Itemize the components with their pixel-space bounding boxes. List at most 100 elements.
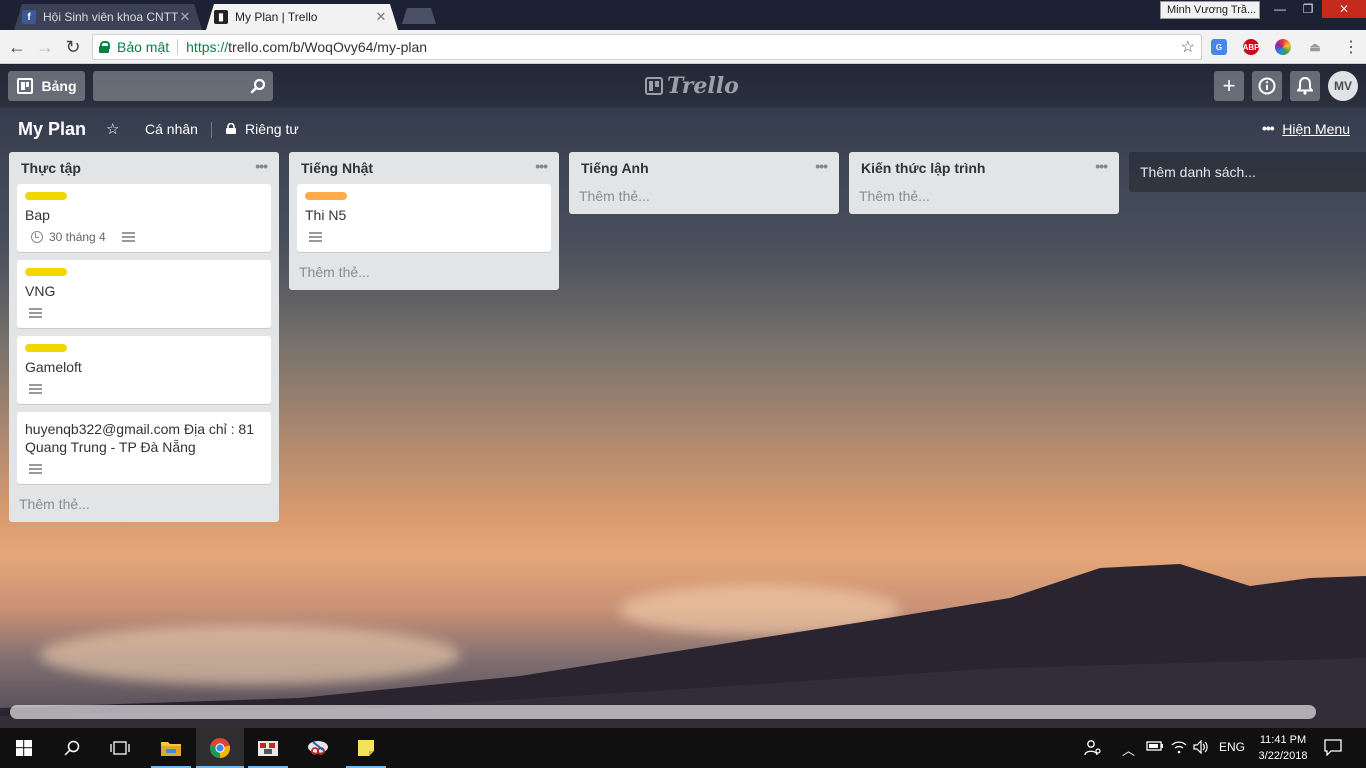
visibility-button[interactable]: Riêng tư <box>245 121 299 137</box>
list-menu-icon[interactable]: ••• <box>815 158 828 174</box>
people-icon[interactable] <box>1084 738 1102 759</box>
search-input[interactable] <box>93 71 273 101</box>
search-icon <box>64 740 80 756</box>
browser-toolbar: ← → ↻ Bảo mật https:// trello.com/b/WoqO… <box>0 30 1366 64</box>
add-card-button[interactable]: Thêm thẻ... <box>569 184 839 214</box>
address-bar[interactable]: Bảo mật https:// trello.com/b/WoqOvy64/m… <box>92 34 1202 60</box>
extension-icon[interactable]: ⏏ <box>1307 39 1323 55</box>
info-button[interactable] <box>1252 71 1282 101</box>
bookmark-star-icon[interactable]: ☆ <box>1181 37 1195 57</box>
list-header[interactable]: Kiến thức lập trình ••• <box>849 152 1119 184</box>
show-hidden-icons-icon[interactable]: ︿ <box>1122 740 1135 759</box>
clock-icon <box>31 231 43 243</box>
list-header[interactable]: Tiếng Anh ••• <box>569 152 839 184</box>
volume-icon[interactable] <box>1193 739 1209 757</box>
list-title[interactable]: Thực tập <box>21 160 81 176</box>
card[interactable]: Gameloft <box>17 336 271 404</box>
boards-button[interactable]: Bảng <box>8 71 85 101</box>
card-title: VNG <box>25 283 56 299</box>
card[interactable]: huyenqb322@gmail.com Địa chỉ : 81 Quang … <box>17 412 271 484</box>
file-explorer-button[interactable] <box>147 728 195 768</box>
board-title[interactable]: My Plan <box>18 119 86 140</box>
tab-title: My Plan | Trello <box>235 10 318 24</box>
card[interactable]: Bap 30 tháng 4 <box>17 184 271 252</box>
card[interactable]: VNG <box>17 260 271 328</box>
back-icon[interactable]: ← <box>6 36 28 58</box>
task-view-button[interactable] <box>96 728 144 768</box>
minimize-icon[interactable]: — <box>1266 0 1294 18</box>
team-button[interactable]: Cá nhân <box>145 121 198 137</box>
add-card-button[interactable]: Thêm thẻ... <box>289 260 559 290</box>
language-indicator[interactable]: ENG <box>1219 740 1245 754</box>
snipping-tool-button[interactable] <box>294 728 342 768</box>
add-icon[interactable]: + <box>1214 71 1244 101</box>
list-menu-icon[interactable]: ••• <box>1095 158 1108 174</box>
clock-time: 11:41 PM <box>1259 734 1307 746</box>
list-header[interactable]: Thực tập ••• <box>9 152 279 184</box>
avatar[interactable]: MV <box>1328 71 1358 101</box>
star-icon[interactable]: ☆ <box>106 120 119 138</box>
browser-tab-trello[interactable]: ▮ My Plan | Trello ✕ <box>206 4 398 30</box>
list-header[interactable]: Tiếng Nhật ••• <box>289 152 559 184</box>
lock-icon[interactable] <box>99 41 110 53</box>
browser-tab-facebook[interactable]: f Hội Sinh viên khoa CNTT ✕ <box>14 4 202 30</box>
app-taskbar-button[interactable] <box>244 728 292 768</box>
divider <box>211 122 212 138</box>
add-card-button[interactable]: Thêm thẻ... <box>849 184 1119 214</box>
google-translate-icon[interactable]: G <box>1211 39 1227 55</box>
card-badges: 30 tháng 4 <box>25 228 263 246</box>
new-tab-button[interactable] <box>402 8 436 24</box>
chrome-menu-icon[interactable]: ⋮ <box>1340 36 1362 58</box>
adblock-plus-icon[interactable]: ABP <box>1243 39 1259 55</box>
add-card-button[interactable]: Thêm thẻ... <box>9 492 279 522</box>
list-kien-thuc-lap-trinh: Kiến thức lập trình ••• Thêm thẻ... <box>849 152 1119 214</box>
wifi-icon[interactable] <box>1170 740 1188 757</box>
boards-icon <box>16 78 33 94</box>
card-title: Bap <box>25 207 50 223</box>
show-menu-button[interactable]: Hiện Menu <box>1282 121 1350 137</box>
browser-tab-strip: f Hội Sinh viên khoa CNTT ✕ ▮ My Plan | … <box>0 0 1366 30</box>
card-title: huyenqb322@gmail.com Địa chỉ : 81 Quang … <box>25 421 255 455</box>
notifications-button[interactable] <box>1290 71 1320 101</box>
system-clock[interactable]: 11:41 PM 3/22/2018 <box>1248 732 1318 764</box>
action-center-icon[interactable] <box>1324 738 1342 759</box>
trello-header: Bảng Trello + MV <box>0 65 1366 107</box>
search-button[interactable] <box>48 728 96 768</box>
card-title: Gameloft <box>25 359 82 375</box>
card-badges <box>25 380 263 398</box>
url-scheme: https:// <box>186 39 229 55</box>
card-label <box>25 192 67 200</box>
card[interactable]: Thi N5 <box>297 184 551 252</box>
start-button[interactable] <box>0 728 48 768</box>
list-menu-icon[interactable]: ••• <box>535 158 548 174</box>
search-icon[interactable] <box>250 78 266 94</box>
list-tieng-anh: Tiếng Anh ••• Thêm thẻ... <box>569 152 839 214</box>
battery-icon[interactable] <box>1146 740 1164 755</box>
restore-icon[interactable]: ❐ <box>1294 0 1322 18</box>
list-title[interactable]: Kiến thức lập trình <box>861 160 985 176</box>
clock-date: 3/22/2018 <box>1258 750 1308 762</box>
list-title[interactable]: Tiếng Anh <box>581 160 649 176</box>
facebook-icon: f <box>22 10 36 24</box>
reload-icon[interactable]: ↻ <box>62 36 84 58</box>
secure-label[interactable]: Bảo mật <box>117 39 169 55</box>
trello-logo[interactable]: Trello <box>645 73 739 99</box>
lock-icon <box>226 123 236 134</box>
close-tab-icon[interactable]: ✕ <box>374 9 388 25</box>
forward-icon[interactable]: → <box>34 36 56 58</box>
scrollbar-thumb[interactable] <box>10 705 1316 719</box>
taskbar: ︿ ENG 11:41 PM 3/22/2018 <box>0 728 1366 768</box>
list-menu-icon[interactable]: ••• <box>255 158 268 174</box>
list-title[interactable]: Tiếng Nhật <box>301 160 373 176</box>
horizontal-scrollbar[interactable] <box>10 705 1316 719</box>
chrome-taskbar-button[interactable] <box>196 728 244 768</box>
close-window-icon[interactable]: ✕ <box>1322 0 1366 18</box>
tab-title: Hội Sinh viên khoa CNTT <box>43 10 178 24</box>
add-list-button[interactable]: Thêm danh sách... <box>1129 152 1366 192</box>
sticky-notes-button[interactable] <box>342 728 390 768</box>
color-picker-icon[interactable] <box>1275 39 1291 55</box>
profile-button[interactable]: Minh Vương Trầ... <box>1160 1 1260 19</box>
calculator-app-icon <box>258 741 278 756</box>
close-tab-icon[interactable]: ✕ <box>178 9 192 25</box>
more-dots-icon[interactable]: ••• <box>1262 120 1275 136</box>
